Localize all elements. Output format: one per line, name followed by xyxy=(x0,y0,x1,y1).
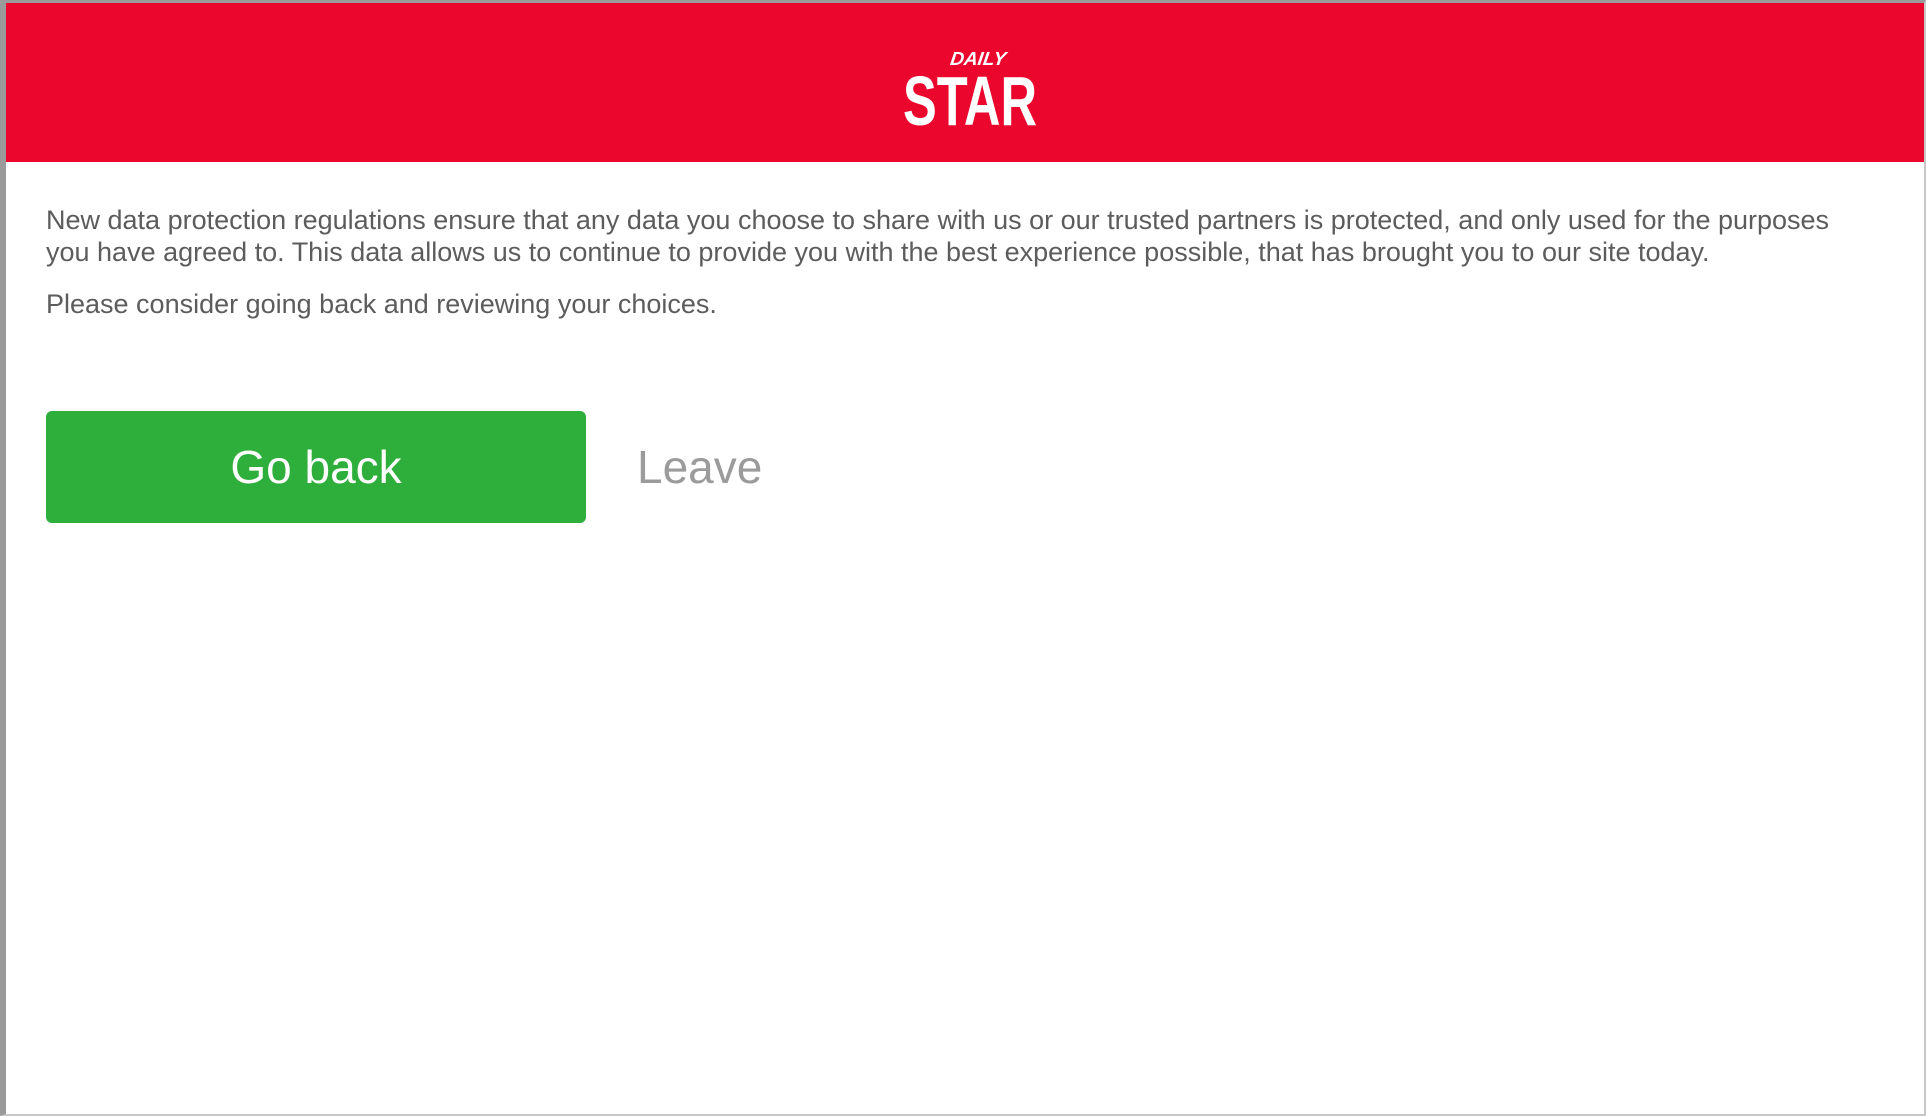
go-back-button[interactable]: Go back xyxy=(46,411,586,523)
data-protection-paragraph: New data protection regulations ensure t… xyxy=(46,205,1830,267)
daily-star-logo: DAILY STAR xyxy=(903,49,1037,131)
logo-star-text: STAR xyxy=(903,62,1037,131)
leave-link[interactable]: Leave xyxy=(637,439,762,495)
message-body: New data protection regulations ensure t… xyxy=(46,204,1846,320)
brand-header: DAILY STAR xyxy=(6,3,1924,162)
review-choices-note: Please consider going back and reviewing… xyxy=(46,289,717,319)
consent-dialog: DAILY STAR New data protection regulatio… xyxy=(0,0,1926,1116)
